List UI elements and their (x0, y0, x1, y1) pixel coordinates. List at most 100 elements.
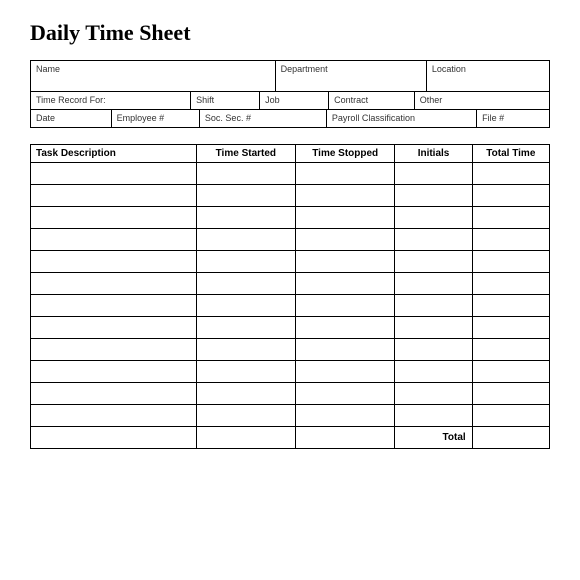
task-cell[interactable] (472, 163, 549, 185)
task-cell[interactable] (196, 317, 295, 339)
task-cell[interactable] (395, 163, 472, 185)
task-cell[interactable] (196, 207, 295, 229)
task-row[interactable] (31, 163, 550, 185)
date-cell[interactable]: Date (31, 110, 112, 127)
task-cell[interactable] (472, 339, 549, 361)
task-cell[interactable] (395, 251, 472, 273)
soc-sec-label: Soc. Sec. # (205, 113, 251, 123)
file-num-cell[interactable]: File # (477, 110, 549, 127)
col-initials-header: Initials (395, 145, 472, 163)
task-row[interactable] (31, 251, 550, 273)
task-cell[interactable] (472, 251, 549, 273)
task-cell[interactable] (196, 295, 295, 317)
task-cell[interactable] (196, 185, 295, 207)
page-title: Daily Time Sheet (30, 20, 550, 46)
time-record-for-cell[interactable]: Time Record For: (31, 92, 191, 109)
contract-cell[interactable]: Contract (329, 92, 415, 109)
header-section: Name Department Location Time Record For… (30, 60, 550, 128)
task-cell[interactable] (395, 339, 472, 361)
task-cell[interactable] (395, 229, 472, 251)
department-cell[interactable]: Department (276, 61, 427, 91)
task-cell[interactable] (296, 185, 395, 207)
task-cell[interactable] (395, 207, 472, 229)
task-row[interactable] (31, 317, 550, 339)
task-cell[interactable] (472, 229, 549, 251)
payroll-cell[interactable]: Payroll Classification (327, 110, 477, 127)
task-cell[interactable] (196, 163, 295, 185)
task-row[interactable] (31, 405, 550, 427)
task-row[interactable] (31, 229, 550, 251)
task-table: Task Description Time Started Time Stopp… (30, 144, 550, 449)
location-cell[interactable]: Location (427, 61, 549, 91)
task-cell[interactable] (395, 405, 472, 427)
task-cell[interactable] (31, 207, 197, 229)
job-cell[interactable]: Job (260, 92, 329, 109)
task-cell[interactable] (196, 405, 295, 427)
task-cell[interactable] (31, 405, 197, 427)
task-cell[interactable] (395, 361, 472, 383)
total-cell (472, 427, 549, 449)
task-cell[interactable] (196, 229, 295, 251)
task-cell[interactable] (196, 383, 295, 405)
task-cell[interactable] (31, 339, 197, 361)
task-cell[interactable] (296, 361, 395, 383)
task-row[interactable] (31, 273, 550, 295)
task-row[interactable] (31, 383, 550, 405)
task-cell[interactable] (395, 317, 472, 339)
task-cell[interactable] (395, 273, 472, 295)
total-cell (31, 427, 197, 449)
task-cell[interactable] (31, 383, 197, 405)
task-cell[interactable] (31, 361, 197, 383)
col-started-header: Time Started (196, 145, 295, 163)
task-row[interactable] (31, 207, 550, 229)
task-cell[interactable] (196, 339, 295, 361)
employee-num-cell[interactable]: Employee # (112, 110, 200, 127)
task-cell[interactable] (196, 251, 295, 273)
task-cell[interactable] (472, 383, 549, 405)
task-cell[interactable] (31, 229, 197, 251)
task-cell[interactable] (472, 185, 549, 207)
task-cell[interactable] (472, 273, 549, 295)
task-row[interactable] (31, 361, 550, 383)
task-row[interactable] (31, 339, 550, 361)
task-cell[interactable] (31, 317, 197, 339)
task-cell[interactable] (296, 317, 395, 339)
payroll-label: Payroll Classification (332, 113, 415, 123)
task-cell[interactable] (472, 405, 549, 427)
shift-cell[interactable]: Shift (191, 92, 260, 109)
task-row[interactable] (31, 185, 550, 207)
task-cell[interactable] (296, 383, 395, 405)
task-cell[interactable] (296, 207, 395, 229)
col-total-header: Total Time (472, 145, 549, 163)
task-cell[interactable] (31, 185, 197, 207)
task-cell[interactable] (296, 163, 395, 185)
task-cell[interactable] (31, 273, 197, 295)
task-cell[interactable] (296, 405, 395, 427)
task-row[interactable] (31, 295, 550, 317)
task-cell[interactable] (395, 185, 472, 207)
soc-sec-cell[interactable]: Soc. Sec. # (200, 110, 327, 127)
name-cell[interactable]: Name (31, 61, 276, 91)
header-row-2: Time Record For: Shift Job Contract Othe… (31, 92, 549, 110)
header-row-1: Name Department Location (31, 61, 549, 92)
task-cell[interactable] (395, 295, 472, 317)
task-cell[interactable] (296, 273, 395, 295)
task-cell[interactable] (472, 207, 549, 229)
task-cell[interactable] (196, 361, 295, 383)
col-task-header: Task Description (31, 145, 197, 163)
task-cell[interactable] (296, 229, 395, 251)
employee-num-label: Employee # (117, 113, 165, 123)
task-cell[interactable] (31, 295, 197, 317)
task-cell[interactable] (296, 295, 395, 317)
task-cell[interactable] (31, 251, 197, 273)
task-cell[interactable] (472, 317, 549, 339)
task-cell[interactable] (296, 339, 395, 361)
other-cell[interactable]: Other (415, 92, 549, 109)
task-cell[interactable] (296, 251, 395, 273)
task-cell[interactable] (472, 295, 549, 317)
task-cell[interactable] (472, 361, 549, 383)
task-cell[interactable] (31, 163, 197, 185)
task-cell[interactable] (395, 383, 472, 405)
total-cell (296, 427, 395, 449)
task-cell[interactable] (196, 273, 295, 295)
